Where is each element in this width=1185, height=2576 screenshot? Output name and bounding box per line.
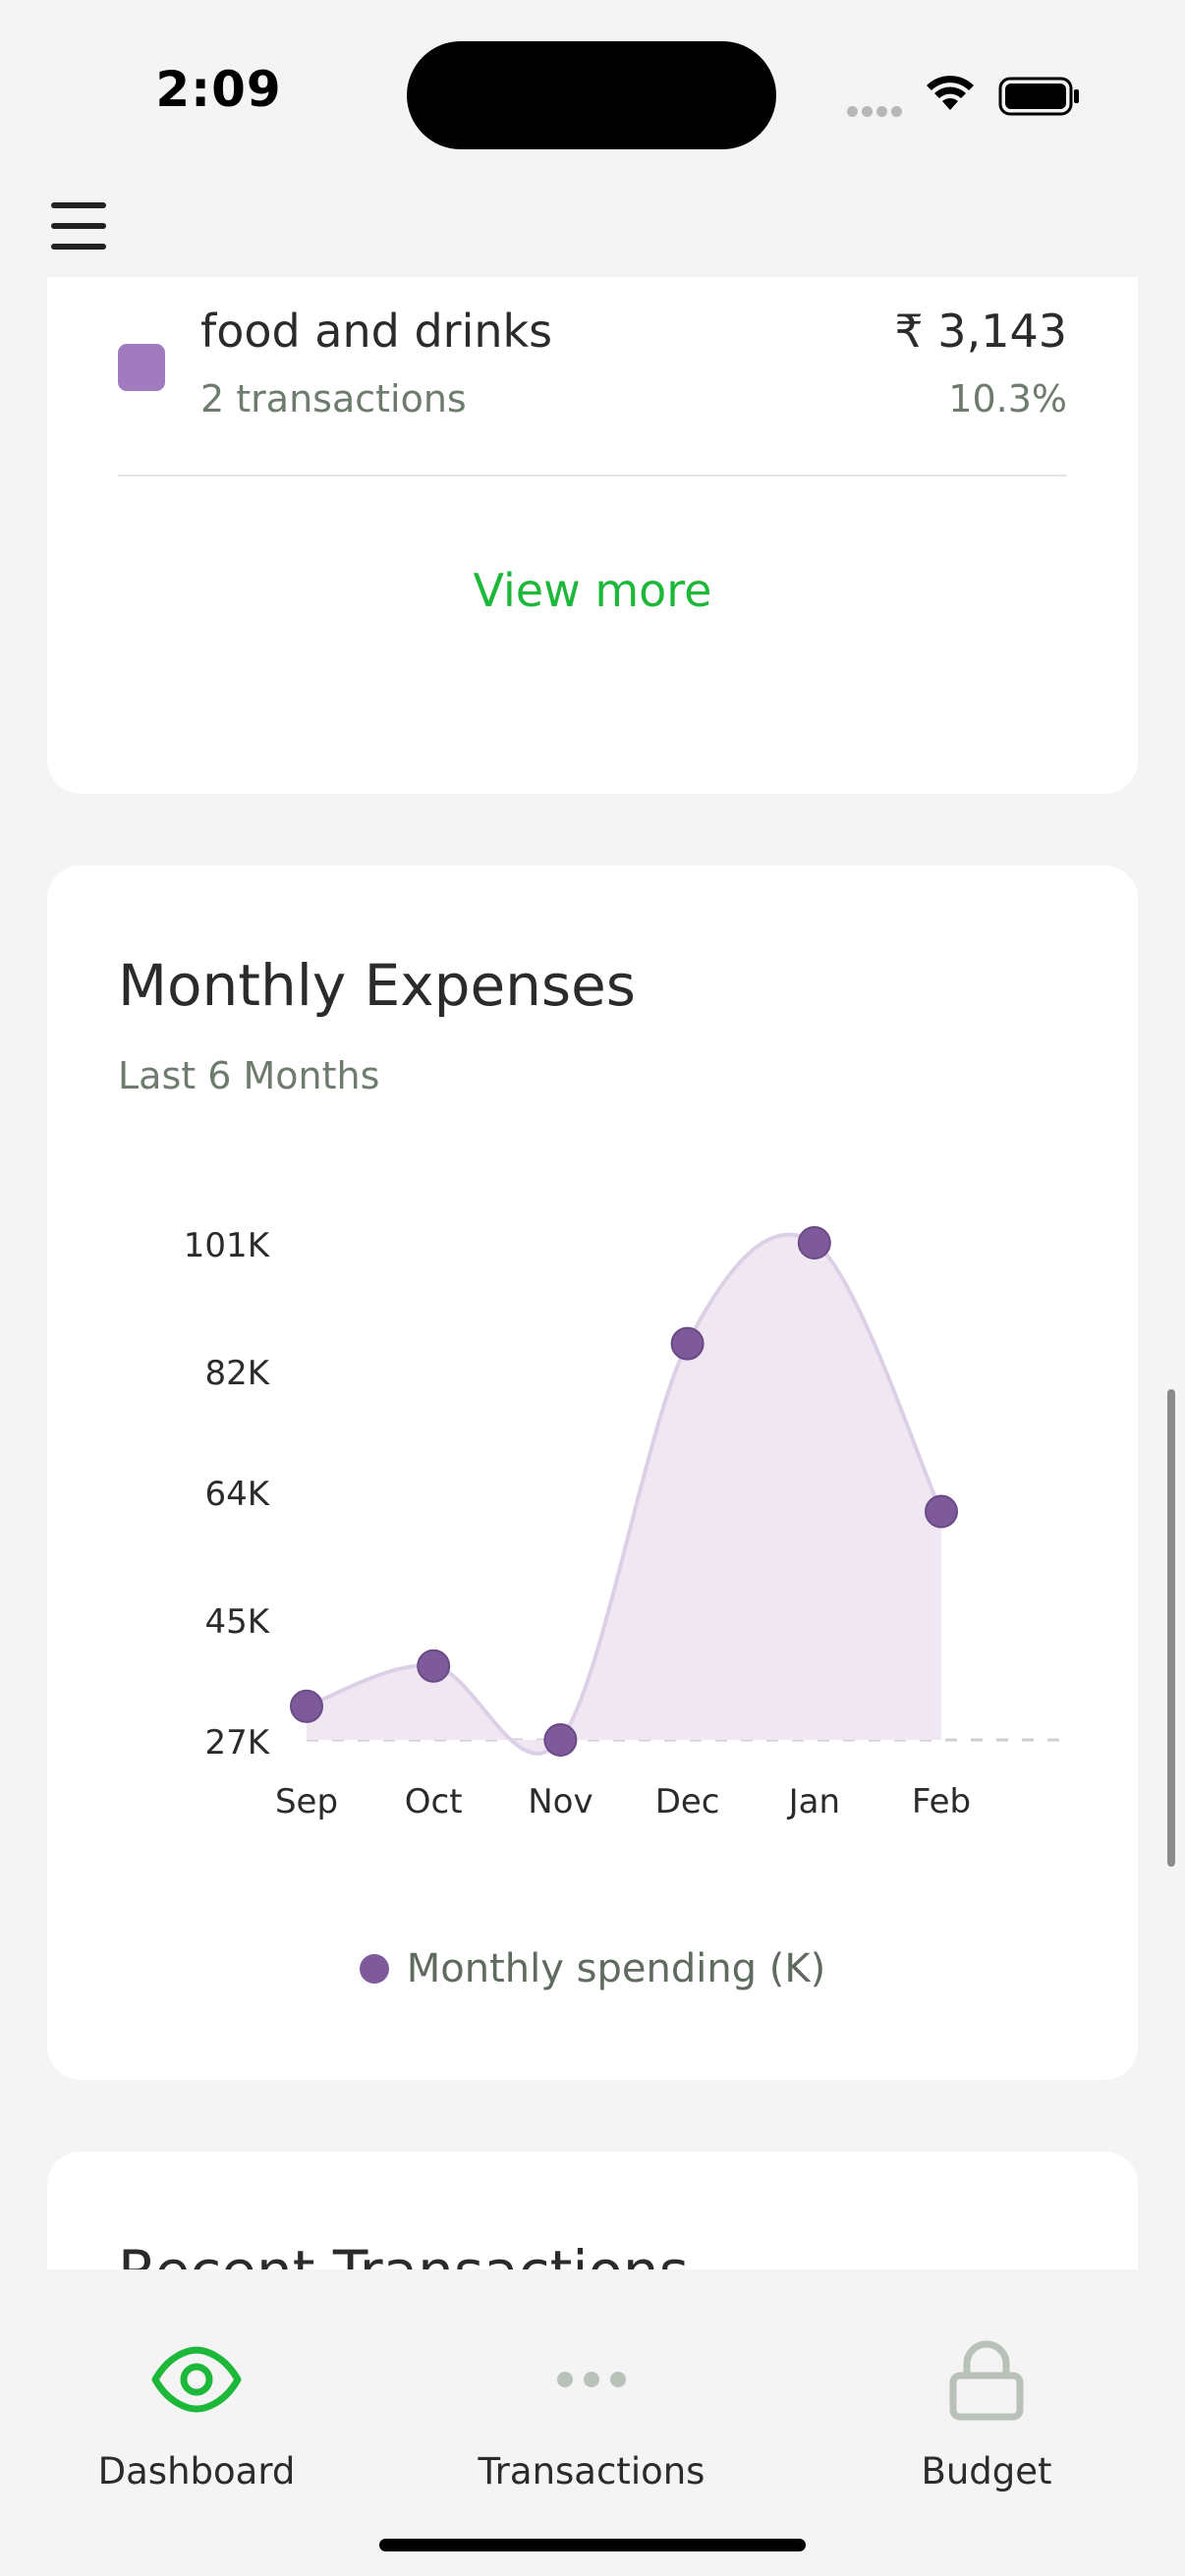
x-tick-label: Jan xyxy=(787,1782,840,1821)
top-categories-card: food and drinks 2 transactions ₹ 3,143 1… xyxy=(47,277,1138,794)
eye-icon xyxy=(151,2346,242,2413)
status-time: 2:09 xyxy=(155,61,282,118)
more-dots-icon xyxy=(557,2372,626,2387)
category-name: food and drinks xyxy=(200,305,553,358)
y-tick-label: 27K xyxy=(204,1723,270,1763)
status-bar: 2:09 xyxy=(0,0,1185,167)
monthly-expenses-chart: 101K 82K 64K 45K 27KSep Oct Nov Dec Jan Feb xyxy=(184,1226,1067,1821)
tab-label: Dashboard xyxy=(97,2450,296,2492)
dashboard-scroll-area[interactable]: food and drinks 2 transactions ₹ 3,143 1… xyxy=(0,277,1185,2269)
recent-transactions-card: Recent Transactions xyxy=(47,2152,1138,2269)
tab-bar: Dashboard Transactions Budget xyxy=(0,2269,1185,2576)
y-tick-label: 82K xyxy=(204,1354,270,1393)
data-point[interactable] xyxy=(925,1494,958,1529)
data-point[interactable] xyxy=(290,1689,323,1723)
data-point[interactable] xyxy=(670,1326,705,1361)
hamburger-menu-icon[interactable] xyxy=(51,202,110,252)
x-tick-label: Oct xyxy=(405,1782,463,1821)
x-tick-label: Sep xyxy=(275,1782,338,1821)
data-point[interactable] xyxy=(543,1723,578,1757)
tab-label: Transactions xyxy=(478,2450,705,2492)
y-tick-label: 45K xyxy=(204,1602,270,1642)
monthly-expenses-card: Monthly Expenses Last 6 Months 101K 82K 64… xyxy=(47,866,1138,2080)
category-color-swatch xyxy=(118,344,165,391)
data-point[interactable] xyxy=(797,1226,831,1260)
x-tick-label: Nov xyxy=(528,1782,592,1821)
category-percent: 10.3% xyxy=(948,377,1067,420)
x-tick-label: Feb xyxy=(912,1782,971,1821)
legend-marker xyxy=(359,1954,389,1984)
scroll-indicator[interactable] xyxy=(1167,1389,1175,1867)
tab-label: Budget xyxy=(921,2450,1052,2492)
view-more-link[interactable]: View more xyxy=(47,564,1138,617)
battery-icon xyxy=(998,77,1079,116)
category-amount: ₹ 3,143 xyxy=(894,305,1067,358)
legend-label: Monthly spending (K) xyxy=(406,1946,826,1991)
data-point[interactable] xyxy=(417,1649,451,1683)
tab-dashboard[interactable]: Dashboard xyxy=(20,2338,373,2492)
recent-transactions-title: Recent Transactions xyxy=(118,2238,689,2269)
wifi-icon xyxy=(927,76,974,110)
y-tick-label: 64K xyxy=(204,1475,270,1514)
divider xyxy=(118,475,1067,476)
series-area xyxy=(307,1234,941,1754)
home-indicator xyxy=(379,2539,806,2551)
category-transaction-count: 2 transactions xyxy=(200,377,467,420)
tab-budget[interactable]: Budget xyxy=(810,2338,1163,2492)
cellular-signal-icon xyxy=(847,102,906,121)
tab-transactions[interactable]: Transactions xyxy=(415,2338,768,2492)
x-tick-label: Dec xyxy=(655,1782,720,1821)
dynamic-island xyxy=(407,41,776,149)
chart-legend: Monthly spending (K) xyxy=(47,1946,1138,1991)
lock-icon xyxy=(949,2340,1024,2421)
y-tick-label: 101K xyxy=(184,1226,271,1265)
